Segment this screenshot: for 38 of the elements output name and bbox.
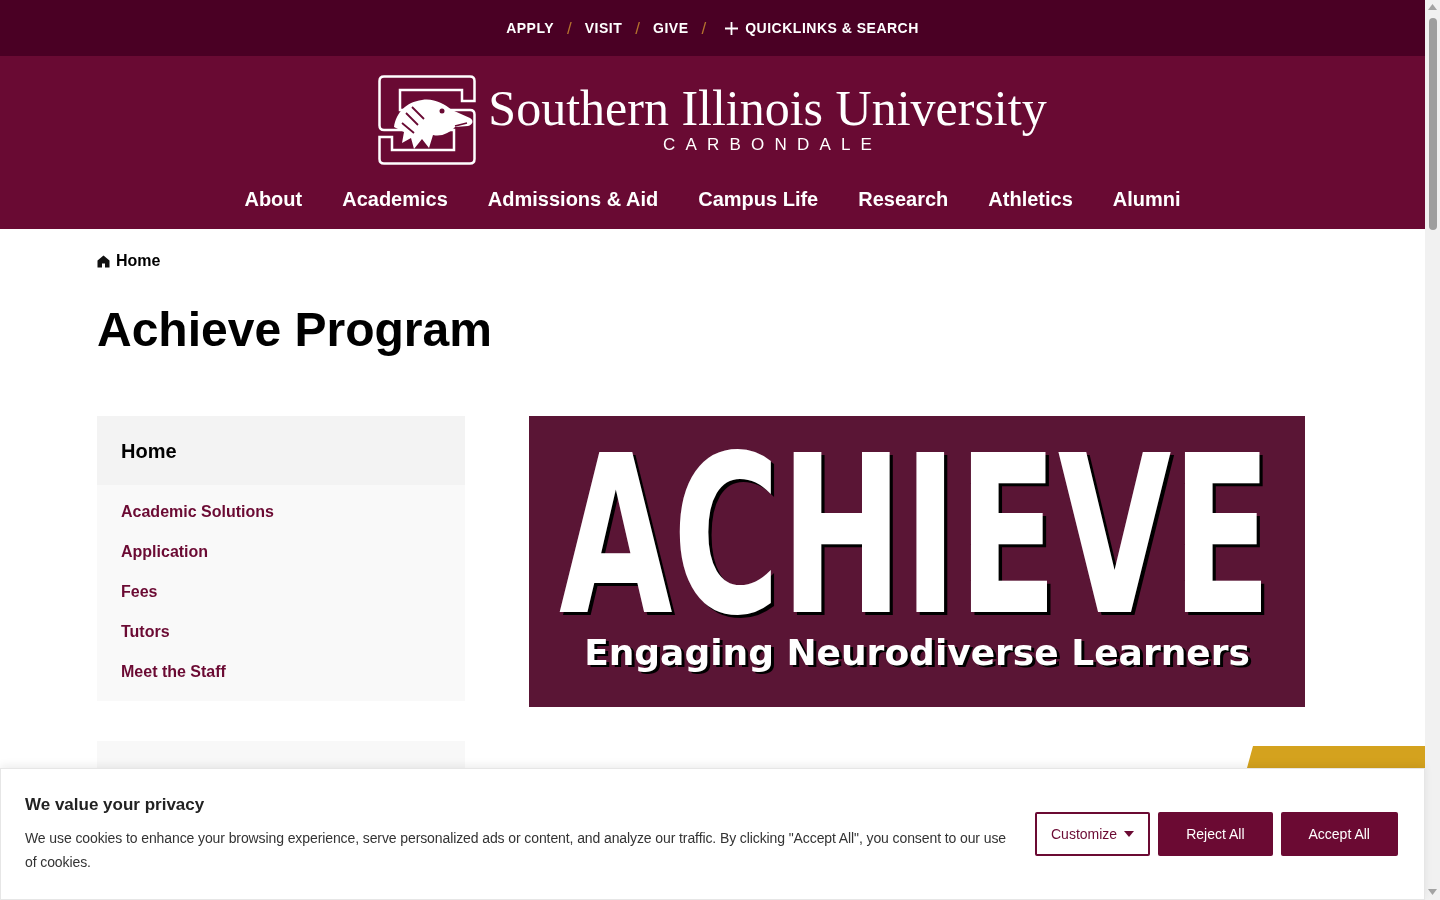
accept-all-button[interactable]: Accept All <box>1280 812 1398 856</box>
top-link[interactable]: GIVE <box>653 21 689 35</box>
banner-subtitle: Engaging Neurodiverse Learners <box>584 635 1250 672</box>
sidebar-heading-link[interactable]: Home <box>97 416 465 485</box>
sidebar-link[interactable]: Academic Solutions <box>121 504 274 520</box>
scroll-down-icon[interactable] <box>1428 889 1437 895</box>
scrollbar[interactable] <box>1425 0 1440 900</box>
caret-down-icon <box>1124 831 1135 837</box>
nav-link[interactable]: Campus Life <box>698 189 819 209</box>
campus-name: CARBONDALE <box>662 136 883 153</box>
slash-separator: / <box>567 19 572 37</box>
slash-separator: / <box>635 19 640 37</box>
nav-link[interactable]: Admissions & Aid <box>487 189 659 209</box>
top-link[interactable]: VISIT <box>584 21 623 35</box>
quicklinks-toggle[interactable]: QUICKLINKS & SEARCH <box>725 21 919 35</box>
top-link[interactable]: APPLY <box>506 21 555 35</box>
customize-button[interactable]: Customize <box>1035 812 1151 856</box>
nav-link[interactable]: About <box>244 189 303 209</box>
sidebar-link[interactable]: Meet the Staff <box>121 664 226 680</box>
cookie-text: We use cookies to enhance your browsing experience, serve personalized ads or content, and analyze our traffic. By clicking "Accept All", you consent to our use of cookies. <box>25 828 1007 872</box>
home-icon <box>97 254 110 268</box>
cookie-title: We value your privacy <box>25 794 205 815</box>
page-title: Achieve Program <box>97 306 492 354</box>
sidebar-link[interactable]: Fees <box>121 584 158 600</box>
scrollbar-thumb[interactable] <box>1428 18 1437 230</box>
nav-link[interactable]: Alumni <box>1112 189 1181 209</box>
nav-link[interactable]: Research <box>858 189 949 209</box>
scroll-up-icon[interactable] <box>1428 4 1437 10</box>
plus-icon <box>725 21 739 35</box>
nav-link[interactable]: Athletics <box>988 189 1073 209</box>
nav-link[interactable]: Academics <box>342 189 448 209</box>
slash-separator: / <box>701 19 707 37</box>
sidebar-link[interactable]: Application <box>121 544 209 560</box>
reject-all-button[interactable]: Reject All <box>1158 812 1273 856</box>
breadcrumb-link[interactable]: Home <box>97 253 161 269</box>
sidebar-link[interactable]: Tutors <box>121 624 170 640</box>
banner-title: ACHIEVE <box>558 446 1273 627</box>
s-emblem-logo-icon[interactable] <box>378 75 477 165</box>
